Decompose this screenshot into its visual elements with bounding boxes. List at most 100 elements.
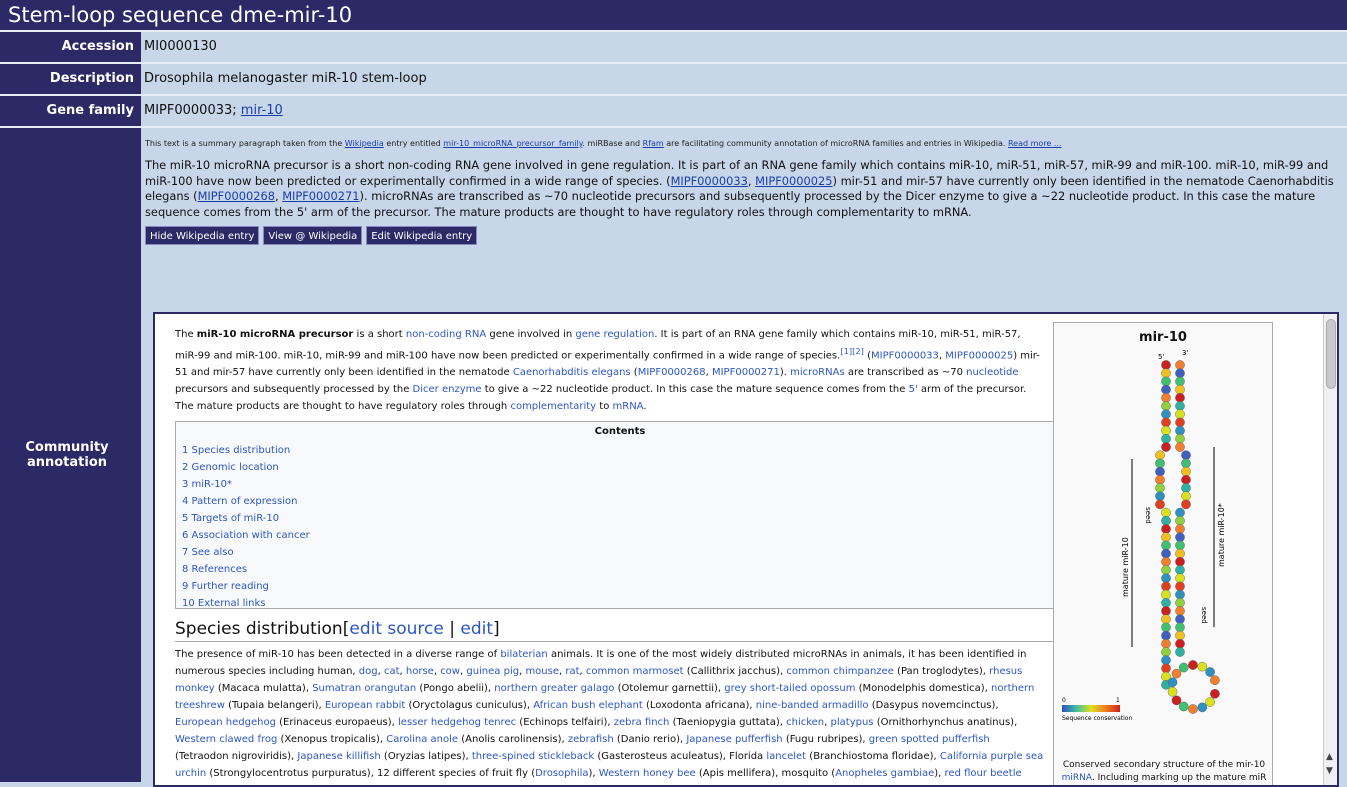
nucleotide	[1210, 675, 1220, 686]
species-link[interactable]: rat	[565, 666, 579, 677]
rfam-link[interactable]: Rfam	[643, 139, 664, 148]
species-text: (Otolemur garnettii),	[614, 683, 725, 695]
scroll-down-arrow-icon[interactable]: ▼	[1326, 766, 1333, 776]
view-wikipedia-button[interactable]: View @ Wikipedia	[263, 226, 363, 246]
species-link[interactable]: common marmoset	[586, 666, 684, 677]
read-more-link[interactable]: Read more ...	[1008, 139, 1062, 148]
species-link[interactable]: zebra finch	[614, 717, 670, 728]
species-link[interactable]: zebrafish	[568, 734, 614, 745]
wiki-link[interactable]: complementarity	[510, 401, 596, 412]
wiki-intro-paragraph: The miR-10 microRNA precursor is a short…	[175, 326, 1043, 415]
family-link[interactable]: MIPF0000025	[755, 174, 832, 188]
family-link[interactable]: MIPF0000033	[671, 174, 748, 188]
toc-item[interactable]: 4 Pattern of expression	[182, 496, 297, 507]
toc-item[interactable]: 1 Species distribution	[182, 445, 290, 456]
species-link[interactable]: common chimpanzee	[786, 666, 893, 677]
species-link[interactable]: cat	[384, 666, 400, 677]
nucleotide	[1205, 697, 1215, 707]
wiki-text: (	[863, 350, 872, 362]
scale-min-label: 0	[1062, 697, 1066, 704]
wiki-link[interactable]: MIPF0000025	[945, 350, 1013, 361]
gene-family-id: MIPF0000033;	[144, 103, 237, 118]
family-link[interactable]: MIPF0000271	[282, 189, 359, 203]
species-link[interactable]: northern greater galago	[494, 683, 614, 694]
nucleotide	[1175, 573, 1185, 583]
species-text: (Macaca mulatta),	[214, 683, 313, 695]
vertical-scrollbar[interactable]: ▲ ▼	[1323, 314, 1337, 785]
nucleotide	[1175, 393, 1185, 403]
toc-item[interactable]: 6 Association with cancer	[182, 530, 310, 541]
wiki-link[interactable]: gene regulation	[575, 329, 654, 340]
species-link[interactable]: platypus	[831, 717, 874, 728]
toc-item[interactable]: 10 External links	[182, 598, 265, 609]
species-link[interactable]: Western clawed frog	[175, 734, 277, 745]
species-link[interactable]: horse	[406, 666, 434, 677]
nucleotide	[1175, 401, 1185, 411]
wiki-link[interactable]: Caenorhabditis elegans	[513, 367, 631, 378]
mirna-link[interactable]: miRNA	[1062, 773, 1092, 783]
hide-wikipedia-button[interactable]: Hide Wikipedia entry	[145, 226, 260, 246]
wiki-link[interactable]: MIPF0000268	[638, 367, 706, 378]
species-link[interactable]: European rabbit	[325, 700, 405, 711]
gene-family-link[interactable]: mir-10	[241, 103, 283, 118]
species-link[interactable]: Sumatran orangutan	[312, 683, 416, 694]
nucleotide	[1175, 515, 1185, 526]
species-link[interactable]: African bush elephant	[533, 700, 643, 711]
edit-source-link[interactable]: edit source	[349, 619, 444, 639]
nucleotide	[1175, 581, 1185, 592]
edit-wikipedia-button[interactable]: Edit Wikipedia entry	[366, 226, 478, 246]
nucleotide	[1155, 466, 1165, 477]
species-link[interactable]: Carolina anole	[386, 734, 458, 745]
toc-item[interactable]: 2 Genomic location	[182, 462, 279, 473]
toc-item[interactable]: 5 Targets of miR-10	[182, 513, 279, 524]
wiki-link[interactable]: non-coding RNA	[406, 329, 486, 340]
species-link[interactable]: lesser hedgehog tenrec	[398, 717, 516, 728]
wiki-link[interactable]: MIPF0000271	[712, 367, 780, 378]
species-link[interactable]: nine-banded armadillo	[756, 700, 869, 711]
species-link[interactable]: dog	[359, 666, 378, 677]
infobox: mir-10 5' 3' mature miR-10 mature miR-10* se…	[1053, 322, 1273, 785]
edit-link[interactable]: edit	[460, 619, 493, 639]
wiki-link[interactable]: MIPF0000033	[871, 350, 939, 361]
wiki-link[interactable]: Dicer enzyme	[413, 384, 482, 395]
wiki-text: The	[175, 329, 197, 340]
species-link[interactable]: mouse	[525, 666, 559, 677]
species-link[interactable]: three-spined stickleback	[472, 751, 594, 762]
caption-text: Conserved secondary structure of the mir…	[1062, 760, 1266, 770]
species-text: (Tetraodon nigroviridis),	[175, 751, 298, 763]
nucleotide	[1161, 540, 1171, 551]
species-link[interactable]: Japanese pufferfish	[686, 734, 782, 745]
toc-item[interactable]: 7 See also	[182, 547, 234, 558]
toc-item[interactable]: 3 miR-10*	[182, 479, 232, 490]
species-link[interactable]: lancelet	[766, 751, 806, 762]
scroll-up-arrow-icon[interactable]: ▲	[1326, 752, 1333, 762]
wiki-refs-link[interactable]: [1][2]	[840, 346, 864, 356]
species-link[interactable]: chicken	[786, 717, 824, 728]
five-prime-label: 5'	[1158, 353, 1164, 361]
species-link[interactable]: green spotted pufferfish	[869, 734, 990, 745]
wiki-entry-link[interactable]: mir-10_microRNA_precursor_family	[443, 139, 582, 148]
wiki-link[interactable]: microRNAs	[790, 367, 845, 378]
species-link[interactable]: bilaterian	[500, 649, 547, 660]
toc-item[interactable]: 9 Further reading	[182, 581, 269, 592]
wiki-link[interactable]: mRNA	[613, 401, 644, 412]
species-link[interactable]: cow	[440, 666, 460, 677]
toc-item[interactable]: 8 References	[182, 564, 247, 575]
family-link[interactable]: MIPF0000268	[198, 189, 275, 203]
species-link[interactable]: guinea pig	[466, 666, 519, 677]
nucleotide	[1161, 573, 1171, 583]
nucleotide	[1155, 458, 1165, 469]
wiki-link[interactable]: nucleotide	[966, 367, 1018, 378]
nucleotide	[1161, 622, 1171, 633]
section-heading-text: Species distribution	[175, 619, 343, 640]
scrollbar-thumb[interactable]	[1326, 319, 1336, 389]
species-link[interactable]: Japanese killifish	[297, 751, 380, 762]
nucleotide	[1175, 409, 1185, 419]
infobox-title: mir-10	[1139, 330, 1187, 345]
wikipedia-link[interactable]: Wikipedia	[345, 139, 384, 148]
species-link[interactable]: grey short-tailed opossum	[724, 683, 855, 694]
species-link[interactable]: European hedgehog	[175, 717, 276, 728]
wikipedia-frame[interactable]: The miR-10 microRNA precursor is a short…	[153, 312, 1339, 787]
species-text: (Dasypus novemcinctus),	[868, 700, 999, 712]
wiki-link[interactable]: 5'	[909, 384, 918, 395]
